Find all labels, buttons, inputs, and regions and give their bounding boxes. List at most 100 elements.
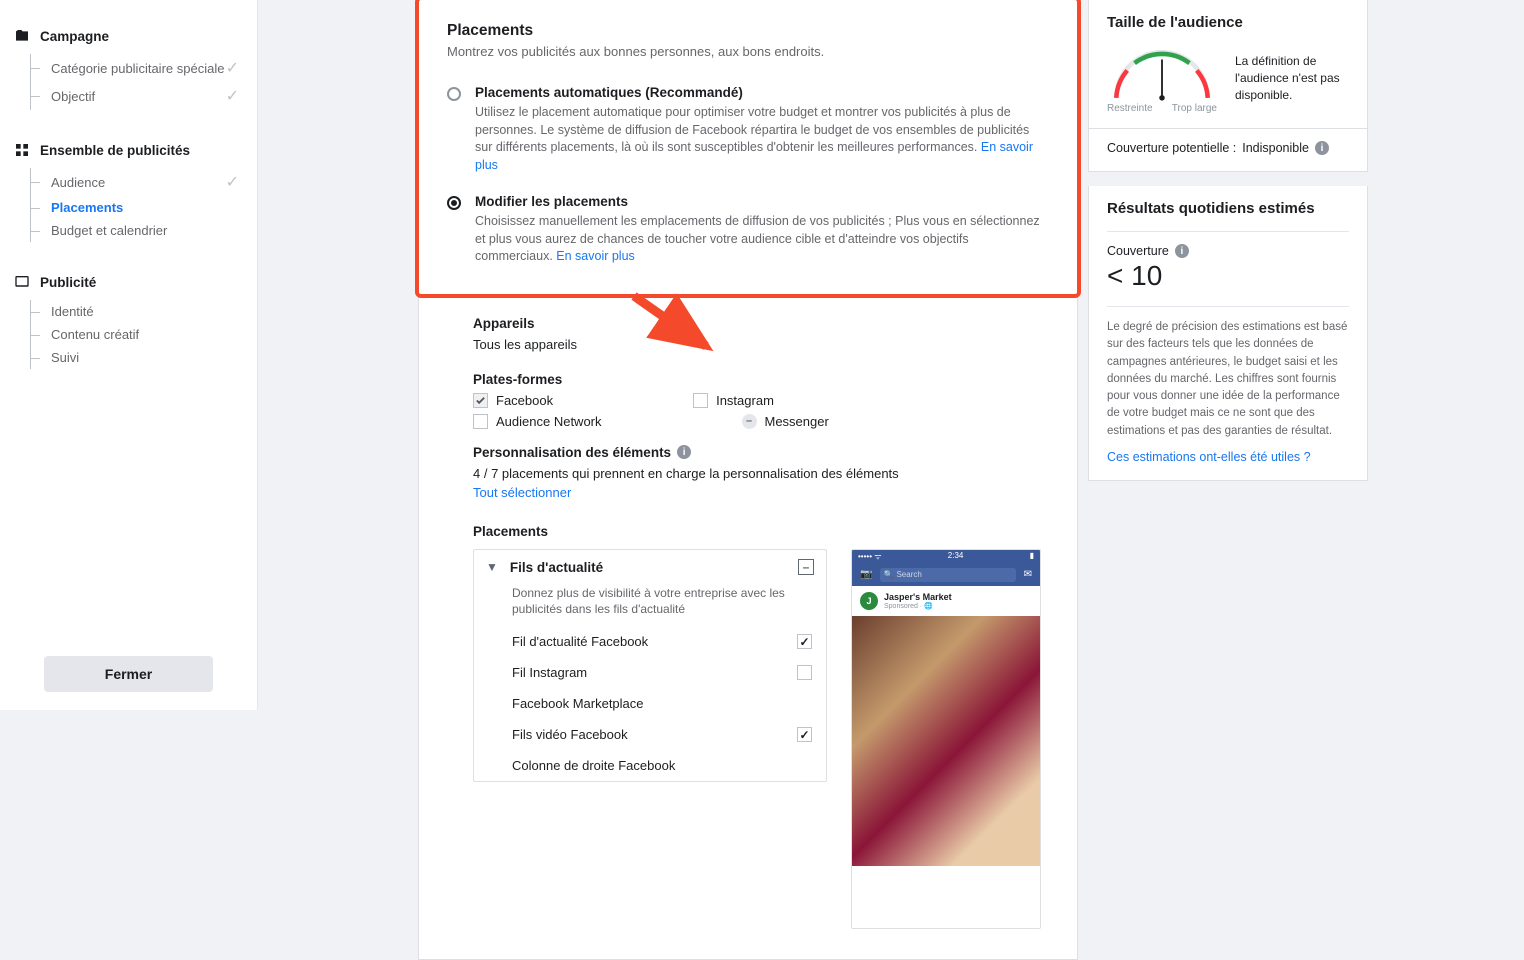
- nav-group-publicite: Publicité Identité Contenu créatif Suivi: [0, 268, 257, 373]
- nav-item-objectif[interactable]: Objectif ✓: [30, 82, 257, 110]
- platform-label: Audience Network: [496, 414, 602, 429]
- nav-item-placements[interactable]: Placements: [30, 196, 257, 219]
- potential-coverage: Couverture potentielle : Indisponible i: [1107, 141, 1349, 155]
- brand-avatar: J: [860, 592, 878, 610]
- radio-icon[interactable]: [447, 196, 461, 210]
- platform-facebook[interactable]: Facebook: [473, 393, 553, 408]
- placement-fb-video[interactable]: Fils vidéo Facebook: [474, 719, 826, 750]
- nav-item-categorie-speciale[interactable]: Catégorie publicitaire spéciale ✓: [30, 54, 257, 82]
- radio-auto-placements[interactable]: Placements automatiques (Recommandé) Uti…: [447, 85, 1049, 174]
- chevron-down-icon: ▼: [486, 560, 498, 574]
- placement-ig-feed[interactable]: Fil Instagram: [474, 657, 826, 688]
- placements-group-desc: Donnez plus de visibilité à votre entrep…: [474, 585, 826, 627]
- info-icon[interactable]: i: [677, 445, 691, 459]
- platform-messenger: – Messenger: [742, 414, 829, 429]
- close-button[interactable]: Fermer: [44, 656, 213, 692]
- sponsored-label: Sponsored: [884, 603, 918, 610]
- personalization-count: 4 / 7 placements qui prennent en charge …: [473, 466, 1049, 481]
- nav-header-ensemble[interactable]: Ensemble de publicités: [0, 136, 257, 164]
- nav-item-budget[interactable]: Budget et calendrier: [30, 219, 257, 242]
- coverage-label-row: Couverture i: [1107, 244, 1349, 258]
- checkbox-icon[interactable]: [693, 393, 708, 408]
- placement-label: Colonne de droite Facebook: [512, 758, 675, 773]
- placements-group-header[interactable]: ▼ Fils d'actualité –: [474, 550, 826, 585]
- nav-header-campagne[interactable]: Campagne: [0, 22, 257, 50]
- nav-item-label: Suivi: [51, 350, 79, 365]
- placement-marketplace[interactable]: Facebook Marketplace: [474, 688, 826, 719]
- placements-card: Placements Montrez vos publicités aux bo…: [418, 0, 1078, 960]
- personalization-title: Personnalisation des éléments i: [473, 445, 1049, 460]
- checkbox-icon[interactable]: [797, 634, 812, 649]
- brand-name: Jasper's Market: [884, 592, 952, 602]
- placements-list-title: Placements: [473, 524, 1049, 539]
- checkbox-icon[interactable]: [473, 393, 488, 408]
- placements-subtitle: Montrez vos publicités aux bonnes person…: [447, 44, 1049, 59]
- nav-item-label: Placements: [51, 200, 123, 215]
- check-icon: ✓: [226, 86, 239, 106]
- nav-item-label: Catégorie publicitaire spéciale: [51, 61, 224, 76]
- preview-image: [852, 616, 1040, 866]
- check-icon: ✓: [226, 58, 239, 78]
- platform-label: Instagram: [716, 393, 774, 408]
- placements-group-title: Fils d'actualité: [510, 560, 603, 575]
- battery-icon: ▮: [1030, 551, 1034, 562]
- disabled-icon: –: [742, 414, 757, 429]
- gauge-icon: [1107, 43, 1217, 107]
- audience-size-title: Taille de l'audience: [1107, 14, 1349, 31]
- nav-item-identite[interactable]: Identité: [30, 300, 257, 323]
- nav-item-label: Audience: [51, 175, 105, 190]
- radio-icon[interactable]: [447, 87, 461, 101]
- select-all-link[interactable]: Tout sélectionner: [473, 485, 571, 500]
- placement-label: Fil Instagram: [512, 665, 587, 680]
- coverage-value: < 10: [1107, 260, 1349, 292]
- platform-audience-network[interactable]: Audience Network: [473, 414, 602, 429]
- platform-label: Messenger: [765, 414, 829, 429]
- placement-label: Fils vidéo Facebook: [512, 727, 628, 742]
- ad-preview-phone: ••••• ᯤ 2:34 ▮ 📷 Search ✉ J Jasper's Ma: [851, 549, 1041, 929]
- nav-header-label: Ensemble de publicités: [40, 143, 190, 158]
- info-icon[interactable]: i: [1315, 141, 1329, 155]
- nav-header-publicite[interactable]: Publicité: [0, 268, 257, 296]
- platform-instagram[interactable]: Instagram: [693, 393, 774, 408]
- main: Placements Montrez vos publicités aux bo…: [258, 0, 1088, 710]
- estimates-feedback-link[interactable]: Ces estimations ont-elles été utiles ?: [1107, 450, 1349, 464]
- folder-icon: [14, 28, 30, 44]
- placements-title: Placements: [447, 22, 1049, 40]
- platform-label: Facebook: [496, 393, 553, 408]
- radio-desc: Choisissez manuellement les emplacements…: [475, 213, 1049, 266]
- nav-item-label: Budget et calendrier: [51, 223, 167, 238]
- placement-fb-feed[interactable]: Fil d'actualité Facebook: [474, 626, 826, 657]
- platforms-title: Plates-formes: [473, 372, 1049, 387]
- devices-value: Tous les appareils: [473, 337, 1049, 352]
- nav-header-label: Publicité: [40, 275, 96, 290]
- info-icon[interactable]: i: [1175, 244, 1189, 258]
- radio-edit-placements[interactable]: Modifier les placements Choisissez manue…: [447, 194, 1049, 266]
- nav-item-contenu[interactable]: Contenu créatif: [30, 323, 257, 346]
- preview-time: 2:34: [948, 551, 964, 562]
- placements-highlight: Placements Montrez vos publicités aux bo…: [415, 0, 1081, 298]
- nav-item-label: Objectif: [51, 89, 95, 104]
- check-icon: ✓: [226, 172, 239, 192]
- placement-label: Facebook Marketplace: [512, 696, 644, 711]
- nav-header-label: Campagne: [40, 29, 109, 44]
- signal-icon: ••••• ᯤ: [858, 551, 882, 562]
- placement-label: Fil d'actualité Facebook: [512, 634, 648, 649]
- checkbox-icon[interactable]: [797, 665, 812, 680]
- learn-more-link[interactable]: En savoir plus: [556, 249, 635, 263]
- radio-desc: Utilisez le placement automatique pour o…: [475, 104, 1049, 174]
- indeterminate-checkbox[interactable]: –: [798, 559, 814, 575]
- checkbox-icon[interactable]: [473, 414, 488, 429]
- nav-item-audience[interactable]: Audience ✓: [30, 168, 257, 196]
- placement-fb-right-column[interactable]: Colonne de droite Facebook: [474, 750, 826, 781]
- estimates-card: Résultats quotidiens estimés Couverture …: [1088, 186, 1368, 481]
- preview-search: Search: [880, 568, 1015, 582]
- nav-group-campagne: Campagne Catégorie publicitaire spéciale…: [0, 22, 257, 114]
- placements-group-feeds: ▼ Fils d'actualité – Donnez plus de visi…: [473, 549, 827, 783]
- camera-icon: 📷: [860, 569, 872, 580]
- grid-icon: [14, 142, 30, 158]
- nav-item-suivi[interactable]: Suivi: [30, 346, 257, 369]
- nav-group-ensemble: Ensemble de publicités Audience ✓ Placem…: [0, 136, 257, 246]
- ad-icon: [14, 274, 30, 290]
- estimates-title: Résultats quotidiens estimés: [1107, 200, 1349, 217]
- checkbox-icon[interactable]: [797, 727, 812, 742]
